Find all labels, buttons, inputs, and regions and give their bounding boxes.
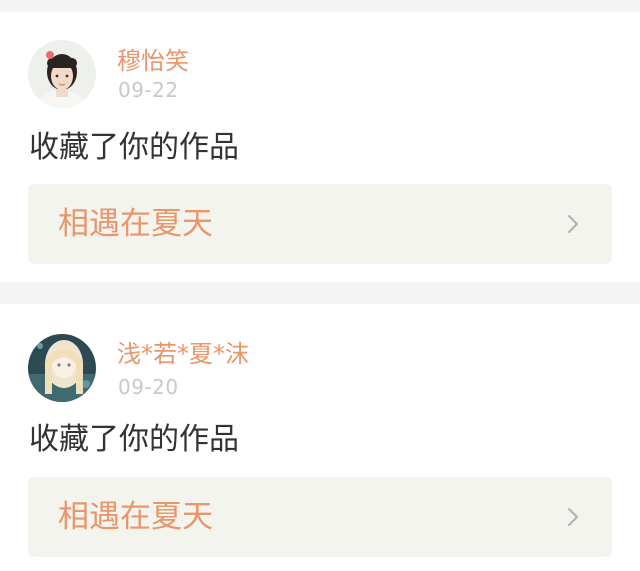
notification-card: 浅*若*夏*沫 09-20 收藏了你的作品 相遇在夏天 (0, 304, 640, 571)
avatar-photo-icon (28, 40, 96, 108)
work-title: 相遇在夏天 (58, 499, 213, 535)
username[interactable]: 穆怡笑 (117, 47, 189, 75)
work-link-card[interactable]: 相遇在夏天 (28, 477, 612, 557)
work-title: 相遇在夏天 (58, 206, 213, 242)
user-avatar[interactable] (28, 334, 96, 402)
chevron-right-icon (568, 215, 578, 233)
notification-feed: 穆怡笑 09-22 收藏了你的作品 相遇在夏天 浅*若*夏*沫 09-20 收藏… (0, 0, 640, 571)
avatar-anime-icon (28, 334, 96, 402)
activity-text: 收藏了你的作品 (29, 422, 239, 457)
username[interactable]: 浅*若*夏*沫 (117, 340, 249, 368)
activity-text: 收藏了你的作品 (29, 130, 239, 165)
timestamp: 09-20 (118, 375, 179, 399)
user-avatar[interactable] (28, 40, 96, 108)
chevron-right-icon (568, 508, 578, 526)
notification-card: 穆怡笑 09-22 收藏了你的作品 相遇在夏天 (0, 12, 640, 282)
work-link-card[interactable]: 相遇在夏天 (28, 184, 612, 264)
timestamp: 09-22 (118, 78, 179, 102)
